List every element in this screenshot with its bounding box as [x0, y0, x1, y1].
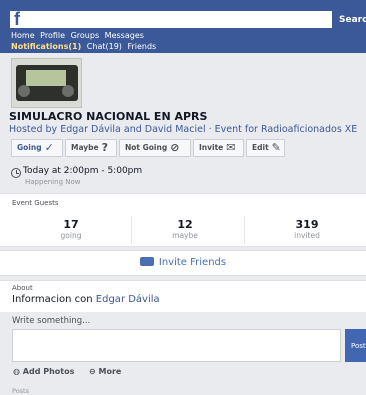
check-icon: ✓: [44, 141, 54, 154]
about-text: Informacion con Edgar Dávila: [12, 294, 160, 305]
event-hosted-by[interactable]: Hosted by Edgar Dávila and David Maciel …: [9, 124, 357, 135]
more-button[interactable]: ⊖ More: [89, 367, 121, 376]
invited-count-label: invited: [294, 231, 320, 240]
composer-label: Write something...: [12, 316, 91, 326]
mail-icon: ✉: [226, 141, 236, 154]
facebook-logo[interactable]: f: [10, 9, 27, 29]
nav-chat[interactable]: Chat(19): [87, 42, 122, 51]
radio-knob-right: [62, 85, 74, 97]
primary-nav: Home Profile Groups Messages: [11, 31, 147, 40]
maybe-count-label: maybe: [172, 231, 198, 240]
maybe-button[interactable]: Maybe?: [65, 139, 117, 157]
invited-count[interactable]: 319: [262, 218, 352, 231]
event-cover-photo[interactable]: [11, 58, 82, 108]
nav-profile[interactable]: Profile: [40, 31, 65, 40]
guest-divider: [244, 216, 245, 244]
top-bar: f Search Home Profile Groups Messages No…: [0, 0, 366, 53]
invite-friends-button[interactable]: Invite Friends: [0, 251, 366, 275]
going-label: Going: [17, 143, 42, 152]
about-title: About: [12, 284, 33, 292]
add-photos-button[interactable]: ◍ Add Photos: [13, 367, 74, 376]
nav-friends[interactable]: Friends: [127, 42, 156, 51]
event-title: SIMULACRO NACIONAL EN APRS: [9, 110, 208, 123]
going-count[interactable]: 17: [26, 218, 116, 231]
event-time: Today at 2:00pm - 5:00pm: [23, 166, 143, 176]
going-button[interactable]: Going ✓: [11, 139, 63, 157]
edit-button[interactable]: Edit ✎: [246, 139, 285, 157]
more-label: More: [98, 367, 122, 376]
add-photos-label: Add Photos: [22, 367, 75, 376]
post-button[interactable]: Post: [345, 329, 366, 362]
not-going-label: Not Going: [125, 143, 168, 152]
nav-messages[interactable]: Messages: [105, 31, 144, 40]
nav-groups[interactable]: Groups: [71, 31, 100, 40]
event-status: Happening Now: [25, 178, 81, 186]
pencil-icon: ✎: [271, 141, 281, 154]
invite-friends-label: Invite Friends: [158, 257, 227, 268]
posts-title: Posts: [12, 387, 29, 395]
edit-label: Edit: [252, 143, 269, 152]
invite-button[interactable]: Invite ✉: [193, 139, 244, 157]
search-button[interactable]: Search: [332, 10, 366, 29]
radio-screen: [26, 70, 66, 86]
radio-knob-left: [18, 85, 30, 97]
guests-title: Event Guests: [12, 199, 59, 207]
about-body: Informacion con: [12, 294, 93, 305]
nav-notifications[interactable]: Notifications(1): [11, 42, 81, 51]
event-guests-panel: Event Guests 17 going 12 maybe 319 invit…: [0, 193, 366, 247]
nav-home[interactable]: Home: [11, 31, 35, 40]
guest-divider: [131, 216, 132, 244]
composer: Write something... Post ◍ Add Photos ⊖ M…: [0, 312, 366, 395]
more-icon: ⊖: [89, 367, 96, 376]
not-going-button[interactable]: Not Going ⊘: [119, 139, 191, 157]
camera-icon: ◍: [13, 367, 20, 376]
question-icon: ?: [101, 141, 109, 154]
about-panel: About Informacion con Edgar Dávila: [0, 280, 366, 313]
search-input[interactable]: [27, 11, 332, 28]
secondary-nav: Notifications(1) Chat(19) Friends: [11, 42, 159, 51]
invite-friends-icon: [139, 257, 154, 266]
maybe-count[interactable]: 12: [140, 218, 230, 231]
prohibited-icon: ⊘: [170, 141, 180, 154]
clock-icon: [11, 168, 21, 178]
maybe-label: Maybe: [71, 143, 99, 152]
about-host-link[interactable]: Edgar Dávila: [96, 294, 160, 305]
invite-label: Invite: [199, 143, 224, 152]
invite-friends-panel: Invite Friends: [0, 250, 366, 276]
post-text-input[interactable]: [12, 329, 341, 362]
going-count-label: going: [60, 231, 82, 240]
